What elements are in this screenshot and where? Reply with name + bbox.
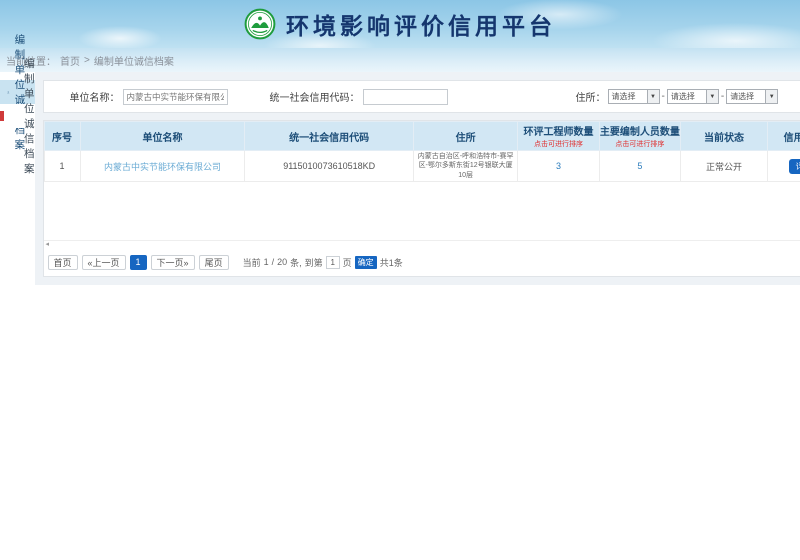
sidebar: 编制单位诚信档案 编制单位诚信档案 [0, 72, 35, 560]
horizontal-scrollbar[interactable]: ◂ [44, 240, 800, 248]
col-credit-record: 信用记录 [768, 122, 800, 151]
table-empty-space [44, 182, 800, 240]
search-panel: 单位名称： 统一社会信用代码： 住所： 请选择 ▼ - 请选择 ▼ - 请 [43, 80, 800, 113]
results-panel: 序号 单位名称 统一社会信用代码 住所 环评工程师数量 点击可进行排序 主要编制… [43, 120, 800, 277]
scroll-left-icon[interactable]: ◂ [44, 241, 50, 248]
province-select[interactable]: 请选择 ▼ [608, 89, 660, 104]
page-title: 环境影响评价信用平台 [286, 7, 556, 41]
select-separator: - [662, 91, 665, 102]
active-marker [0, 111, 4, 121]
breadcrumb-home-link[interactable]: 首页 [60, 53, 80, 68]
page-1-button[interactable]: 1 [130, 255, 147, 270]
select-separator: - [721, 91, 724, 102]
chevron-down-icon: ▼ [765, 90, 777, 103]
col-status: 当前状态 [680, 122, 767, 151]
credit-code-label: 统一社会信用代码： [270, 89, 360, 104]
sidebar-item-archive[interactable]: 编制单位诚信档案 [0, 104, 35, 128]
table-row: 1 内蒙古中实节能环保有限公司 9115010073610518KD 内蒙古自治… [44, 151, 800, 182]
address-label: 住所： [576, 89, 606, 104]
goto-page-input[interactable] [326, 256, 340, 269]
user-icon [7, 87, 10, 98]
breadcrumb: 当前位置： 首页 > 编制单位诚信档案 [0, 48, 800, 72]
goto-confirm-button[interactable]: 确定 [355, 256, 377, 269]
col-credit-code: 统一社会信用代码 [245, 122, 413, 151]
city-select[interactable]: 请选择 ▼ [667, 89, 719, 104]
sort-hint[interactable]: 点击可进行排序 [600, 139, 680, 149]
prev-page-button[interactable]: «上一页 [82, 255, 126, 270]
staff-count-link[interactable]: 5 [637, 161, 642, 171]
app-header: 环境影响评价信用平台 [0, 0, 800, 48]
unit-name-input[interactable] [123, 89, 228, 105]
col-index: 序号 [44, 122, 80, 151]
pagination: 首页 «上一页 1 下一页» 尾页 当前 1 / 20 条, 到第 页 确定 [44, 248, 800, 276]
col-staff-count[interactable]: 主要编制人员数量 点击可进行排序 [599, 122, 680, 151]
col-address: 住所 [413, 122, 518, 151]
main-content: 单位名称： 统一社会信用代码： 住所： 请选择 ▼ - 请选择 ▼ - 请 [35, 72, 800, 560]
sidebar-item-label: 编制单位诚信档案 [24, 56, 35, 176]
col-engineer-count[interactable]: 环评工程师数量 点击可进行排序 [518, 122, 599, 151]
page-size: 20 [277, 257, 287, 267]
credit-code-input[interactable] [363, 89, 448, 105]
current-page-number: 1 [264, 257, 269, 267]
table-header-row: 序号 单位名称 统一社会信用代码 住所 环评工程师数量 点击可进行排序 主要编制… [44, 122, 800, 151]
total-count: 共1条 [380, 256, 403, 269]
col-unit-name: 单位名称 [80, 122, 245, 151]
pagination-info: 当前 1 / 20 条, 到第 页 确定 共1条 [243, 256, 403, 269]
detail-button[interactable]: 详情 [789, 159, 800, 174]
row-status: 正常公开 [680, 151, 767, 182]
row-credit-code: 9115010073610518KD [245, 151, 413, 182]
engineer-count-link[interactable]: 3 [556, 161, 561, 171]
content-area: 编制单位诚信档案 编制单位诚信档案 单位名称： 统一社会信用代码： 住所： 请选… [0, 72, 800, 560]
sort-hint[interactable]: 点击可进行排序 [518, 139, 598, 149]
results-table: 序号 单位名称 统一社会信用代码 住所 环评工程师数量 点击可进行排序 主要编制… [44, 121, 800, 182]
chevron-down-icon: ▼ [706, 90, 718, 103]
district-select[interactable]: 请选择 ▼ [726, 89, 778, 104]
unit-name-label: 单位名称： [70, 89, 120, 104]
next-page-button[interactable]: 下一页» [151, 255, 195, 270]
last-page-button[interactable]: 尾页 [199, 255, 229, 270]
row-index: 1 [44, 151, 80, 182]
mee-logo-icon [244, 8, 276, 40]
first-page-button[interactable]: 首页 [48, 255, 78, 270]
chevron-down-icon: ▼ [647, 90, 659, 103]
breadcrumb-current: 编制单位诚信档案 [94, 53, 174, 68]
breadcrumb-separator: > [84, 55, 90, 66]
unit-name-link[interactable]: 内蒙古中实节能环保有限公司 [104, 162, 221, 172]
row-address: 内蒙古自治区-呼和浩特市-赛罕区-鄂尔多斯东街12号银联大厦10层 [413, 151, 518, 182]
